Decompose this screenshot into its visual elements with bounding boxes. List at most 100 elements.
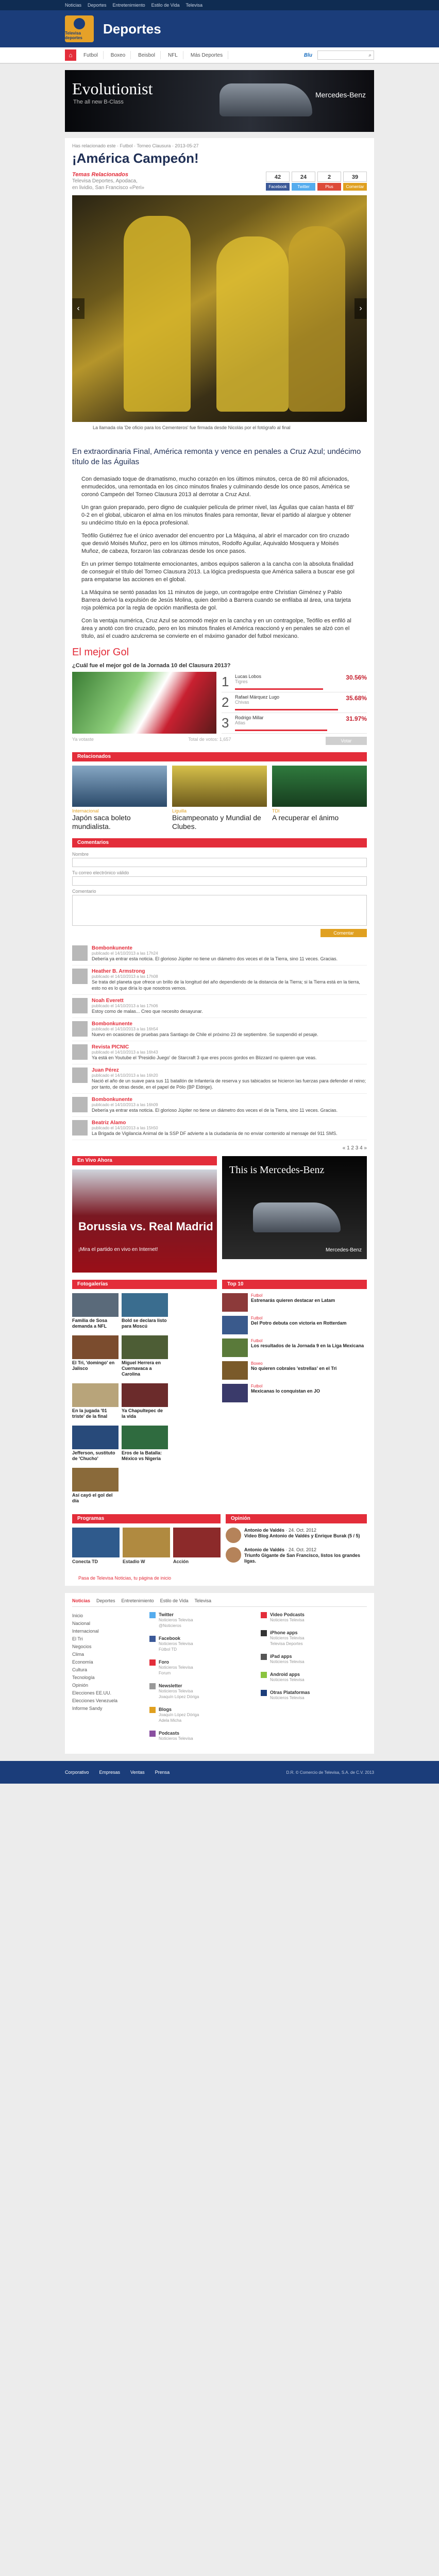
top10-title[interactable]: Los resultados de la Jornada 9 en la Lig… (251, 1343, 364, 1348)
footer-link[interactable]: Clima (72, 1651, 144, 1658)
home-icon[interactable]: ⌂ (65, 49, 76, 61)
twitter-icon[interactable]: Twitter (292, 183, 315, 191)
footer-link[interactable]: Nacional (72, 1620, 144, 1628)
top10-item[interactable]: Futbol Mexicanas lo conquistan en JO (222, 1384, 367, 1402)
top10-image[interactable] (222, 1338, 248, 1357)
poll-option[interactable]: 2 Rafael Márquez Lugo Chivas 35.68% (222, 692, 367, 713)
footer-link[interactable]: Elecciones Venezuela (72, 1697, 144, 1705)
gallery-item[interactable]: Jefferson, sustituto de 'Chucho' (72, 1426, 119, 1465)
poll-image[interactable] (72, 672, 216, 734)
social-sub[interactable]: Forum (159, 1670, 193, 1676)
nav-item-nfl[interactable]: NFL (163, 51, 183, 59)
comment-author[interactable]: Bombonkunente (92, 1021, 318, 1027)
footer-link[interactable]: Informe Sandy (72, 1705, 144, 1713)
share-plus[interactable]: 2 Plus (317, 172, 341, 191)
footer-link[interactable]: Inicio (72, 1612, 144, 1620)
top-link-televisa[interactable]: Televisa (185, 3, 202, 8)
live-promo[interactable]: Borussia vs. Real Madrid ¡Mira el partid… (72, 1170, 217, 1273)
footer-tab[interactable]: Estilo de Vida (160, 1598, 189, 1603)
comment-author[interactable]: Noah Everett (92, 998, 203, 1004)
related-item[interactable]: TDI A recuperar el ánimo (272, 766, 367, 831)
gallery-image[interactable] (72, 1426, 119, 1449)
share-facebook[interactable]: 42 Facebook (266, 172, 290, 191)
avatar[interactable] (72, 969, 88, 984)
vote-button[interactable]: Votar (325, 737, 367, 745)
comments-pagination[interactable]: « 1 2 3 4 » (72, 1140, 367, 1156)
avatar[interactable] (72, 945, 88, 961)
share-twitter[interactable]: 24 Twitter (292, 172, 315, 191)
submit-comment-button[interactable]: Comentar (320, 929, 367, 937)
footer-link[interactable]: Opinión (72, 1682, 144, 1689)
social-name[interactable]: Podcasts (159, 1731, 193, 1736)
footer-app-item[interactable]: iPhone apps Noticieros Televisa Televisa D… (261, 1630, 367, 1647)
gallery-image[interactable] (72, 1293, 119, 1317)
facebook-icon[interactable] (149, 1636, 156, 1642)
gallery-image[interactable] (72, 1468, 119, 1492)
facebook-icon[interactable]: Facebook (266, 183, 290, 191)
plus-icon[interactable]: Plus (317, 183, 341, 191)
related-tag[interactable]: TDI (272, 808, 367, 814)
opinion-item[interactable]: Antonio de Valdés · 24. Oct. 2012 Triunfo… (226, 1547, 367, 1564)
social-sub[interactable]: Joaquín López Dóriga (159, 1694, 199, 1700)
app-sub[interactable]: Noticieros Televisa (270, 1617, 305, 1623)
related-title[interactable]: A recuperar el ánimo (272, 814, 367, 822)
top-ad-banner[interactable]: Evolutionist The all new B-Class Mercede… (65, 70, 374, 132)
social-name[interactable]: Foro (159, 1659, 193, 1665)
footer-app-item[interactable]: Video Podcasts Noticieros Televisa (261, 1612, 367, 1623)
gallery-item[interactable]: Miguel Herrera en Cuernavaca a Carolina (122, 1335, 168, 1380)
avatar[interactable] (72, 1044, 88, 1060)
social-sub[interactable]: Fútbol TD (159, 1647, 193, 1652)
app-sub[interactable]: Noticieros Televisa (270, 1659, 305, 1665)
avatar[interactable] (226, 1547, 241, 1563)
gallery-caption[interactable]: Así cayó el gol del día (72, 1493, 119, 1504)
opinion-title[interactable]: Triunfo Gigante de San Francisco, listos… (244, 1553, 367, 1564)
social-name[interactable]: Facebook (159, 1636, 193, 1641)
nav-item-boxeo[interactable]: Boxeo (106, 51, 131, 59)
related-item[interactable]: Liguilla Bicampeonato y Mundial de Clube… (172, 766, 267, 831)
corporate-link[interactable]: Empresas (99, 1770, 121, 1775)
gallery-item[interactable]: Eros de la Batalla: México vs Nigeria (122, 1426, 168, 1465)
comment-author[interactable]: Revista PICNIC (92, 1044, 317, 1050)
avatar[interactable] (72, 1021, 88, 1037)
gallery-image[interactable] (72, 1335, 119, 1359)
footer-tab[interactable]: Deportes (96, 1598, 115, 1603)
social-sub[interactable]: Noticieros Televisa (159, 1641, 193, 1647)
app-name[interactable]: Android apps (270, 1672, 305, 1677)
footer-social-item[interactable]: Podcasts Noticieros Televisa (149, 1731, 256, 1741)
avatar[interactable] (72, 1097, 88, 1112)
comment-author[interactable]: Bombonkunente (92, 945, 337, 951)
program-image[interactable] (123, 1528, 170, 1557)
podcast-icon[interactable] (149, 1731, 156, 1737)
live-subtitle[interactable]: ¡Mira el partido en vivo en Internet! (78, 1247, 158, 1252)
iphone-icon[interactable] (261, 1630, 267, 1636)
live-title[interactable]: Borussia vs. Real Madrid (78, 1221, 213, 1232)
comment-author[interactable]: Bombonkunente (92, 1097, 337, 1103)
footer-link[interactable]: Internacional (72, 1628, 144, 1635)
related-image[interactable] (272, 766, 367, 807)
program-item[interactable]: Estadio W (123, 1528, 170, 1564)
app-sub[interactable]: Noticieros Televisa (270, 1677, 305, 1683)
newsletter-icon[interactable] (149, 1683, 156, 1689)
social-name[interactable]: Blogs (159, 1707, 199, 1712)
top-link-estilo[interactable]: Estilo de Vida (151, 3, 180, 8)
byline-title[interactable]: Temas Relacionados (72, 172, 144, 178)
video-podcast-icon[interactable] (261, 1612, 267, 1618)
top-link-deportes[interactable]: Deportes (88, 3, 107, 8)
prev-arrow-icon[interactable]: ‹ (72, 298, 85, 319)
related-image[interactable] (72, 766, 167, 807)
footer-tab[interactable]: Televisa (194, 1598, 211, 1603)
comment-icon[interactable]: Comentar (343, 183, 367, 191)
avatar[interactable] (72, 1067, 88, 1083)
footer-social-item[interactable]: Blogs Joaquín López Dóriga Adela Micha (149, 1707, 256, 1723)
gallery-item[interactable]: Familia de Sosa demanda a NFL (72, 1293, 119, 1332)
gallery-image[interactable] (122, 1426, 168, 1449)
avatar[interactable] (72, 1120, 88, 1136)
related-title[interactable]: Japón saca boleto mundialista. (72, 814, 167, 831)
gallery-caption[interactable]: Bold se declara listo para Moscú (122, 1318, 168, 1329)
gallery-caption[interactable]: Ya Chapultepec de la vida (122, 1408, 168, 1419)
app-name[interactable]: iPad apps (270, 1654, 305, 1659)
social-sub[interactable]: Noticieros Televisa (159, 1688, 199, 1694)
top10-title[interactable]: No quieren cobrales 'estrellas' en el Tr… (251, 1366, 336, 1371)
gallery-image[interactable] (122, 1335, 168, 1359)
app-sub[interactable]: Televisa Deportes (270, 1641, 305, 1647)
